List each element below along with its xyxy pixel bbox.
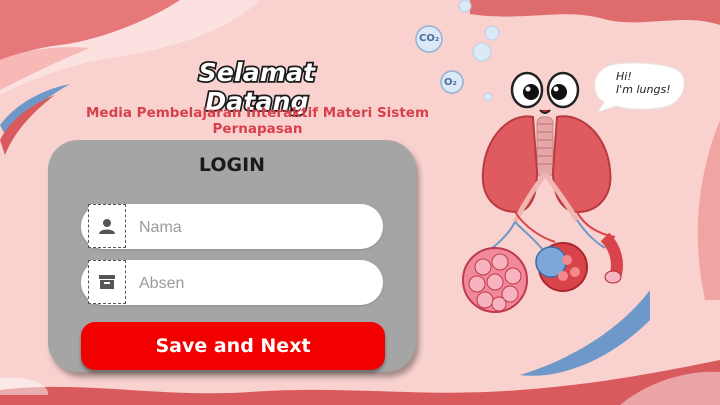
save-and-next-button[interactable]: Save and Next (81, 322, 385, 370)
user-icon (88, 204, 126, 248)
login-card: LOGIN Save and Next (48, 140, 416, 372)
name-input[interactable] (137, 204, 371, 251)
login-heading: LOGIN (198, 154, 266, 176)
co2-bubble-label: CO₂ (419, 33, 440, 44)
box-icon (88, 260, 126, 304)
alveoli-cluster-small (535, 242, 588, 292)
name-field[interactable] (81, 204, 383, 251)
page-subtitle: Media Pembelajaran Interaktif Materi Sis… (85, 105, 430, 137)
lungs-illustration (462, 71, 623, 313)
lungs-eyes-icon (510, 71, 580, 114)
absen-input[interactable] (137, 260, 371, 307)
alveoli-cluster-large (462, 247, 528, 313)
absen-field[interactable] (81, 260, 383, 307)
